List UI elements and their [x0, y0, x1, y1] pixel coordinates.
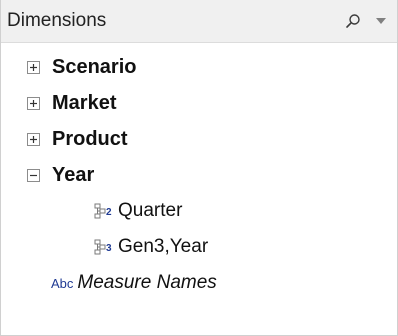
abc-text-icon: Abc	[51, 275, 74, 291]
tree-node-label: Scenario	[52, 55, 137, 78]
hierarchy-level-icon: 2	[94, 203, 112, 219]
hierarchy-level-icon: 3	[94, 239, 112, 255]
header-tools	[345, 13, 387, 29]
panel-header: Dimensions	[1, 0, 397, 43]
level-badge: 3	[106, 243, 112, 254]
tree-node-product[interactable]: Product	[1, 121, 397, 157]
panel-title: Dimensions	[7, 10, 107, 31]
dimension-tree: Scenario Market Product Year 2 Quarter 3…	[1, 43, 397, 301]
level-badge: 2	[106, 207, 112, 218]
tree-child-quarter[interactable]: 2 Quarter	[1, 193, 397, 229]
search-icon[interactable]	[345, 13, 361, 29]
minus-box-icon[interactable]	[27, 168, 40, 182]
tree-node-label: Product	[52, 127, 128, 150]
tree-child-gen3-year[interactable]: 3 Gen3,Year	[1, 229, 397, 265]
tree-node-label: Year	[52, 163, 95, 186]
tree-node-scenario[interactable]: Scenario	[1, 49, 397, 85]
dimensions-panel: Dimensions Scenario Market Product Year …	[0, 0, 398, 336]
tree-node-market[interactable]: Market	[1, 85, 397, 121]
plus-box-icon[interactable]	[27, 96, 40, 110]
tree-node-label: Market	[52, 91, 117, 114]
dropdown-arrow-icon[interactable]	[375, 17, 387, 25]
tree-child-label: Quarter	[118, 200, 183, 221]
tree-item-measure-names[interactable]: Abc Measure Names	[1, 265, 397, 301]
plus-box-icon[interactable]	[27, 132, 40, 146]
measure-names-label: Measure Names	[77, 272, 217, 293]
tree-node-year[interactable]: Year	[1, 157, 397, 193]
tree-child-label: Gen3,Year	[118, 236, 209, 257]
plus-box-icon[interactable]	[27, 60, 40, 74]
